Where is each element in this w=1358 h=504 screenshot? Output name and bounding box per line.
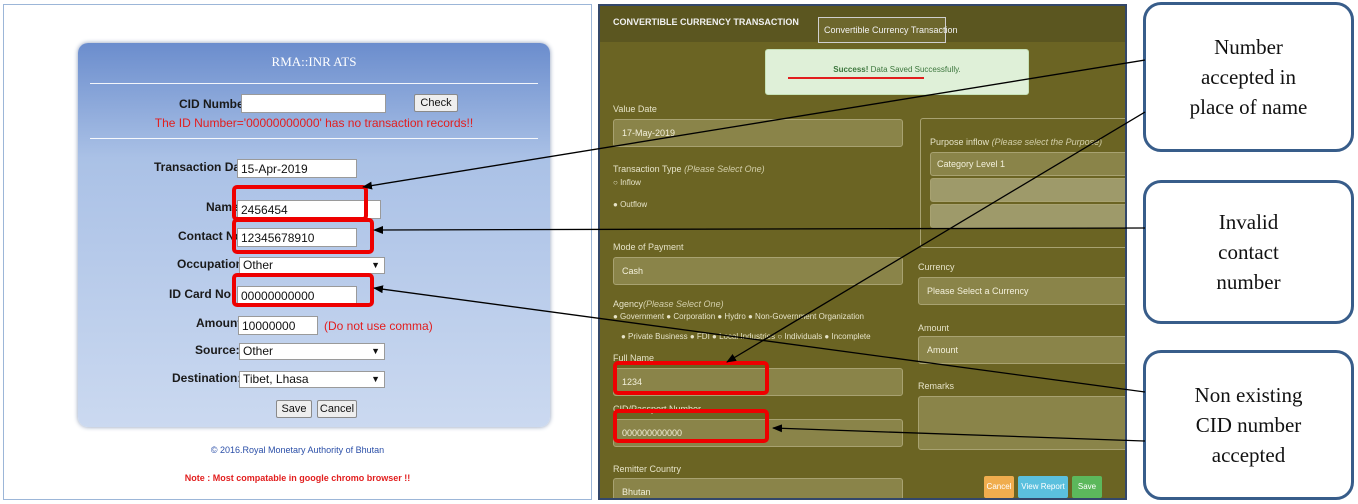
value-date-label: Value Date [613, 104, 657, 114]
transaction-type-hint: (Please Select One) [684, 164, 765, 174]
transaction-type-text: Transaction Type [613, 164, 682, 174]
cancel-button[interactable]: Cancel [317, 400, 357, 418]
header-title: CONVERTIBLE CURRENCY TRANSACTION [613, 17, 799, 27]
inflow-label: Inflow [620, 178, 641, 187]
form-title: RMA::INR ATS [271, 54, 357, 69]
id-card-no-label: ID Card No [169, 287, 232, 301]
outflow-label: Outflow [620, 200, 648, 209]
chevron-down-icon: ▼ [371, 346, 380, 356]
outflow-radio[interactable]: ● Outflow [613, 200, 647, 209]
view-report-button[interactable]: View Report [1018, 476, 1068, 498]
remarks-field[interactable] [918, 396, 1125, 450]
cancel-button[interactable]: Cancel [984, 476, 1014, 498]
category-level-3-field[interactable] [930, 204, 1125, 228]
save-button[interactable]: Save [276, 400, 312, 418]
source-select[interactable]: Other ▼ [239, 343, 385, 360]
cid-highlight-box [613, 409, 769, 443]
agency-options-row-2[interactable]: ● Private Business ● FDI ● Local Industr… [621, 332, 871, 341]
transaction-type-label: Transaction Type (Please Select One) [613, 164, 765, 174]
remitter-country-label: Remitter Country [613, 464, 682, 474]
source-value: Other [243, 344, 274, 358]
chevron-down-icon: ▼ [371, 260, 380, 270]
source-label: Source: [195, 343, 240, 357]
amount-field[interactable]: Amount [918, 336, 1125, 364]
value-date-field[interactable]: 17-May-2019 [613, 119, 903, 147]
occupation-value: Other [243, 258, 274, 272]
currency-label: Currency [918, 262, 955, 272]
agency-hint: (Please Select One) [643, 299, 724, 309]
destination-select[interactable]: Tibet, Lhasa ▼ [239, 371, 385, 388]
cid-divider [90, 138, 538, 139]
cid-number-input[interactable] [241, 94, 386, 113]
check-button[interactable]: Check [414, 94, 458, 112]
inflow-radio[interactable]: ○ Inflow [613, 178, 641, 187]
header-title-box: Convertible Currency Transaction [818, 17, 958, 43]
save-button[interactable]: Save [1072, 476, 1102, 498]
mode-of-payment-field[interactable]: Cash [613, 257, 903, 285]
category-level-select[interactable]: Category Level 1 [930, 152, 1125, 176]
browser-note: Note : Most compatable in google chromo … [184, 473, 411, 483]
currency-select[interactable]: Please Select a Currency [918, 277, 1125, 305]
annotated-comparison: RMA::INR ATS CID Number: Check The ID Nu… [0, 0, 1358, 504]
transaction-header: CONVERTIBLE CURRENCY TRANSACTION Convert… [600, 6, 1125, 43]
idcard-highlight-box [232, 273, 374, 307]
agency-options-row-1[interactable]: ● Government ● Corporation ● Hydro ● Non… [613, 312, 864, 321]
occupation-select[interactable]: Other ▼ [239, 257, 385, 274]
remitter-country-field[interactable]: Bhutan [613, 478, 903, 498]
purpose-label: Purpose inflow (Please select the Purpos… [930, 137, 1102, 147]
success-text: Data Saved Successfully. [868, 65, 961, 74]
chevron-down-icon: ▼ [371, 374, 380, 384]
remarks-label: Remarks [918, 381, 955, 391]
copyright-text: © 2016.Royal Monetary Authority of Bhuta… [210, 445, 385, 455]
agency-label: Agency(Please Select One) [613, 299, 724, 309]
full-name-highlight-box [613, 361, 769, 395]
category-level-2-field[interactable] [930, 178, 1125, 202]
no-records-error: The ID Number='00000000000' has no trans… [154, 116, 474, 130]
transaction-date-input[interactable]: 15-Apr-2019 [237, 159, 357, 178]
success-strong: Success! [833, 65, 869, 74]
mode-of-payment-label: Mode of Payment [613, 242, 684, 252]
callout-invalid-contact: Invalid contact number [1143, 180, 1354, 324]
purpose-hint: (Please select the Purpose) [991, 137, 1103, 147]
callout-nonexistent-cid: Non existing CID number accepted [1143, 350, 1354, 500]
amount-comma-note: (Do not use comma) [324, 319, 433, 333]
success-underline [788, 77, 924, 79]
contact-highlight-box [232, 218, 374, 254]
destination-value: Tibet, Lhasa [243, 372, 309, 386]
name-highlight-box [232, 185, 368, 221]
amount-label: Amount [918, 323, 950, 333]
inr-ats-screenshot: RMA::INR ATS CID Number: Check The ID Nu… [3, 4, 592, 500]
destination-label: Destination: [172, 371, 242, 385]
convertible-currency-screenshot: CONVERTIBLE CURRENCY TRANSACTION Convert… [598, 4, 1127, 500]
callout-name-accepted: Number accepted in place of name [1143, 2, 1354, 152]
agency-text: Agency [613, 299, 644, 309]
occupation-label: Occupation: [177, 257, 248, 271]
title-divider [90, 83, 538, 84]
radio-icon: ● [613, 200, 621, 209]
radio-icon: ○ [613, 178, 621, 187]
purpose-text: Purpose inflow [930, 137, 990, 147]
success-alert: Success! Data Saved Successfully. [765, 49, 1029, 95]
amount-input[interactable]: 10000000 [238, 316, 318, 335]
